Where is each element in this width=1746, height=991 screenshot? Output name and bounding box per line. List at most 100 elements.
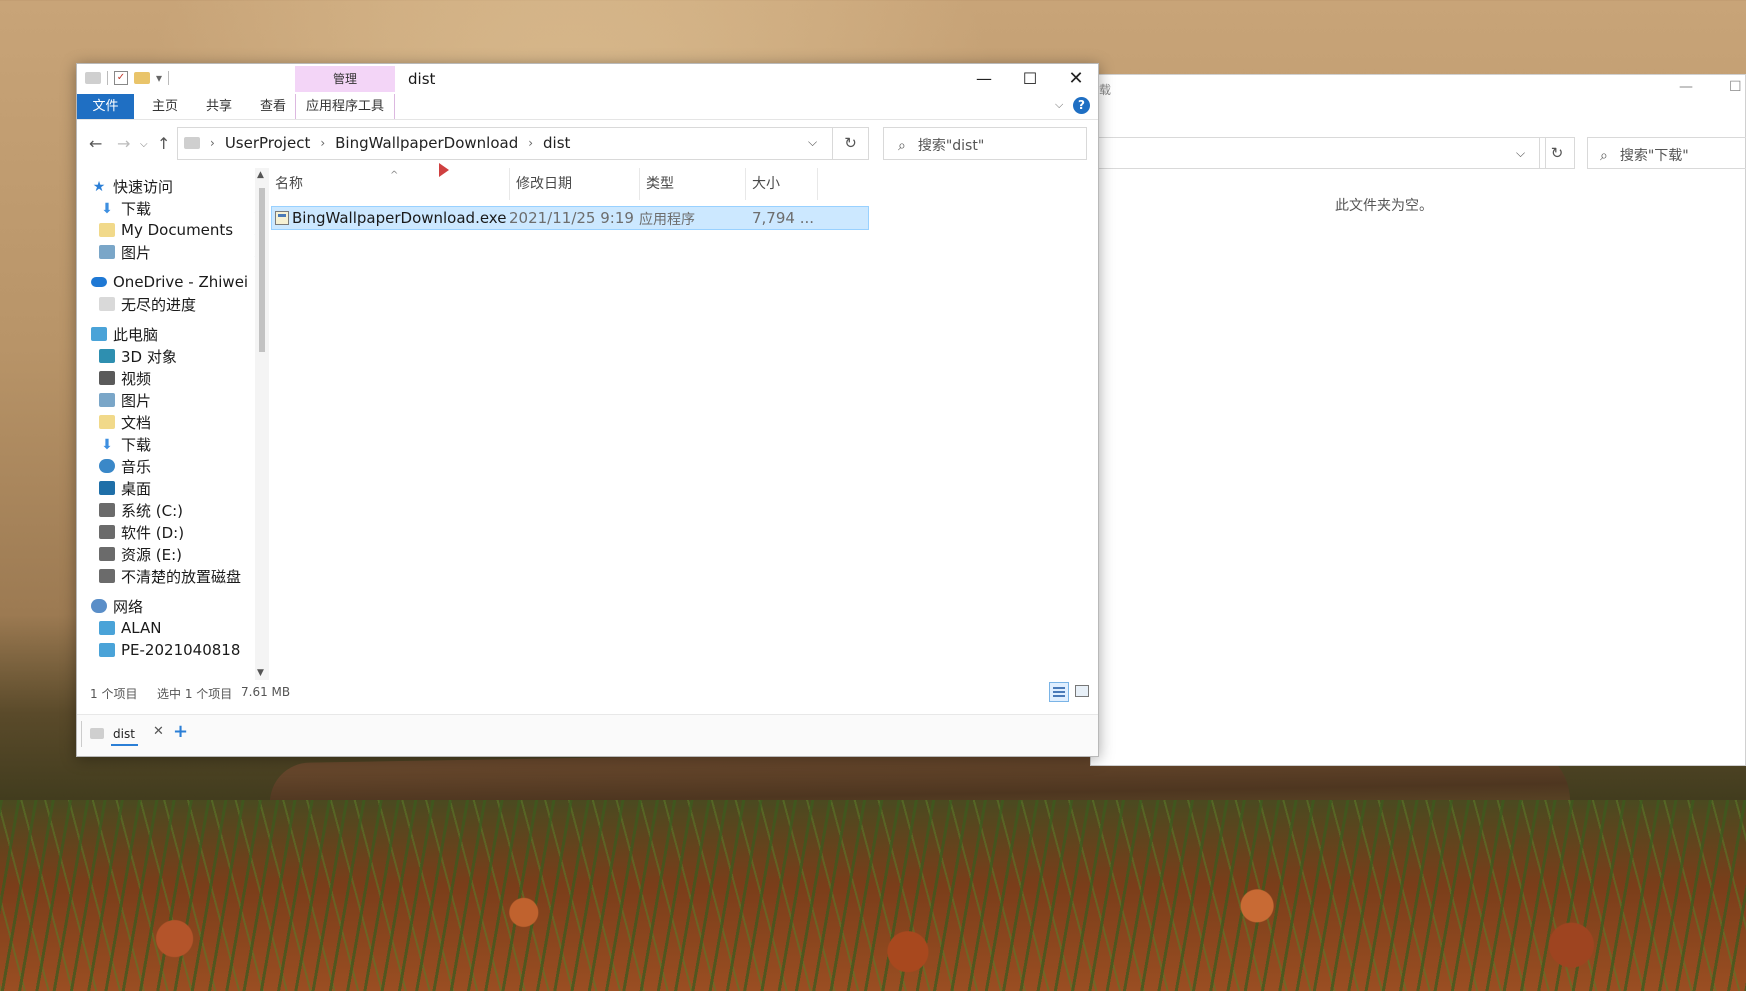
tab-app-tools[interactable]: 应用程序工具: [295, 94, 395, 119]
background-minimize-button[interactable]: —: [1679, 79, 1693, 95]
background-address-chevron-icon[interactable]: ⌵: [1516, 146, 1525, 161]
sidebar-item-network[interactable]: 网络: [91, 594, 143, 618]
selected-size: 7.61 MB: [241, 685, 291, 699]
minimize-button[interactable]: —: [961, 64, 1007, 94]
folder-icon: [184, 137, 200, 149]
breadcrumb-separator[interactable]: ›: [528, 136, 533, 150]
sidebar-item-alan[interactable]: ALAN: [99, 616, 161, 640]
column-header-date[interactable]: 修改日期: [510, 168, 640, 200]
sidebar-item-drive-d[interactable]: 软件 (D:): [99, 520, 184, 544]
sidebar-item-videos[interactable]: 视频: [99, 366, 151, 390]
sidebar-item-label: 桌面: [121, 479, 152, 498]
sidebar-item-label: 资源 (E:): [121, 545, 183, 564]
close-tab-icon[interactable]: ✕: [153, 724, 164, 739]
sidebar-item-downloads[interactable]: ⬇下载 📌: [99, 196, 255, 220]
sidebar-item-label: 3D 对象: [121, 347, 177, 366]
navigation-pane: ★快速访问 ⬇下载 📌 My Documents 📌 图片 📌 OneDrive…: [77, 168, 255, 680]
sidebar-item-pe[interactable]: PE-2021040818: [99, 638, 240, 662]
back-button[interactable]: ←: [89, 134, 102, 153]
sidebar-item-drive-other[interactable]: 不清楚的放置磁盘: [99, 564, 241, 588]
breadcrumb-item[interactable]: UserProject: [225, 134, 311, 152]
tab-view[interactable]: 查看: [251, 94, 295, 119]
sidebar-item-pictures[interactable]: 图片 📌: [99, 240, 255, 264]
window-title: dist: [408, 70, 436, 88]
title-bar[interactable]: ✓ ▾ 管理 dist — ☐ ✕: [77, 64, 1098, 94]
sidebar-item-my-documents[interactable]: My Documents 📌: [99, 218, 255, 242]
network-icon: [91, 599, 107, 613]
toolbar-divider: [107, 71, 108, 85]
tab-home[interactable]: 主页: [145, 94, 185, 119]
sidebar-item-documents[interactable]: 文档: [99, 410, 151, 434]
column-header-name[interactable]: 名称 ^: [269, 168, 510, 200]
sidebar-item-pictures-pc[interactable]: 图片: [99, 388, 151, 412]
maximize-button[interactable]: ☐: [1007, 64, 1053, 94]
sidebar-item-label: 文档: [121, 413, 152, 432]
table-row[interactable]: BingWallpaperDownload.exe 2021/11/25 9:1…: [271, 206, 869, 230]
background-address-bar[interactable]: ⌵: [1091, 137, 1546, 169]
documents-icon: [99, 223, 115, 237]
tab-file[interactable]: 文件: [77, 94, 134, 119]
large-icons-view-icon[interactable]: [1075, 685, 1089, 697]
tab-share[interactable]: 共享: [195, 94, 243, 119]
folder-icon: [90, 728, 104, 739]
background-search-input[interactable]: ⌕ 搜索"下载": [1587, 137, 1746, 169]
breadcrumb-item[interactable]: dist: [543, 134, 570, 152]
sidebar-item-desktop[interactable]: 桌面: [99, 476, 151, 500]
sidebar-item-this-pc[interactable]: 此电脑: [91, 322, 158, 346]
background-maximize-button[interactable]: ☐: [1729, 79, 1742, 95]
new-tab-button[interactable]: +: [173, 721, 188, 742]
folder-tab[interactable]: dist ✕: [81, 721, 164, 747]
properties-icon[interactable]: ✓: [114, 71, 128, 85]
breadcrumb-separator[interactable]: ›: [210, 136, 215, 150]
folder-tab-label: dist: [113, 727, 135, 741]
sidebar-item-quick-access[interactable]: ★ 快速访问: [91, 174, 173, 198]
scroll-up-icon[interactable]: ▲: [257, 170, 264, 180]
file-type: 应用程序: [639, 212, 695, 228]
sidebar-item-drive-c[interactable]: 系统 (C:): [99, 498, 183, 522]
computer-icon: [99, 621, 115, 635]
breadcrumb-separator[interactable]: ›: [320, 136, 325, 150]
background-explorer-window[interactable]: 载 — ☐ ⌵ ↻ ⌕ 搜索"下载" 此文件夹为空。: [1090, 74, 1746, 766]
sidebar-item-label: OneDrive - Zhiwei: [113, 273, 249, 291]
forward-button[interactable]: →: [117, 134, 130, 153]
scrollbar-thumb[interactable]: [259, 188, 265, 352]
background-refresh-button[interactable]: ↻: [1539, 137, 1575, 169]
sidebar-item-drive-e[interactable]: 资源 (E:): [99, 542, 182, 566]
download-icon: ⬇: [101, 201, 113, 217]
help-icon[interactable]: ?: [1073, 97, 1090, 114]
refresh-button[interactable]: ↻: [833, 127, 869, 160]
customize-toolbar-icon[interactable]: ▾: [156, 71, 162, 85]
background-search-icon: ⌕: [1600, 148, 1608, 164]
navigation-scrollbar[interactable]: ▲ ▼: [255, 168, 269, 680]
3d-objects-icon: [99, 349, 115, 363]
sidebar-item-label: 下载: [121, 199, 152, 218]
folder-icon: [99, 297, 115, 311]
sidebar-item-3d-objects[interactable]: 3D 对象: [99, 344, 177, 368]
breadcrumb-item[interactable]: BingWallpaperDownload: [335, 134, 518, 152]
item-count: 1 个项目: [90, 687, 138, 701]
cloud-icon: [91, 277, 107, 287]
column-header-type[interactable]: 类型: [640, 168, 746, 200]
details-view-icon[interactable]: [1049, 682, 1069, 702]
sidebar-item-downloads-pc[interactable]: ⬇ 下载: [99, 432, 151, 456]
computer-icon: [91, 327, 107, 341]
column-header-size[interactable]: 大小: [746, 168, 818, 200]
up-button[interactable]: ↑: [157, 134, 170, 153]
manage-context-tab[interactable]: 管理: [295, 66, 395, 92]
expand-ribbon-icon[interactable]: ⌵: [1055, 98, 1063, 112]
sidebar-item-music[interactable]: 音乐: [99, 454, 151, 478]
new-folder-icon[interactable]: [134, 72, 150, 84]
address-history-chevron-icon[interactable]: ⌵: [808, 135, 817, 150]
recent-locations-icon[interactable]: ⌵: [140, 139, 148, 150]
pictures-icon: [99, 245, 115, 259]
sidebar-item-label: 网络: [113, 597, 144, 616]
sidebar-item-onedrive[interactable]: OneDrive - Zhiwei: [91, 270, 248, 294]
close-button[interactable]: ✕: [1053, 64, 1098, 94]
navigation-bar: ← → ⌵ ↑ › UserProject › BingWallpaperDow…: [77, 120, 1098, 168]
scroll-down-icon[interactable]: ▼: [257, 668, 264, 678]
address-bar[interactable]: › UserProject › BingWallpaperDownload › …: [177, 127, 833, 160]
sidebar-item-onedrive-folder[interactable]: 无尽的进度: [99, 292, 196, 316]
explorer-window[interactable]: ✓ ▾ 管理 dist — ☐ ✕ 文件 主页 共享 查看 应用程序工具 ⌵ ?…: [76, 63, 1099, 757]
search-input[interactable]: ⌕ 搜索"dist": [883, 127, 1087, 160]
sidebar-item-label: 图片: [121, 391, 152, 410]
